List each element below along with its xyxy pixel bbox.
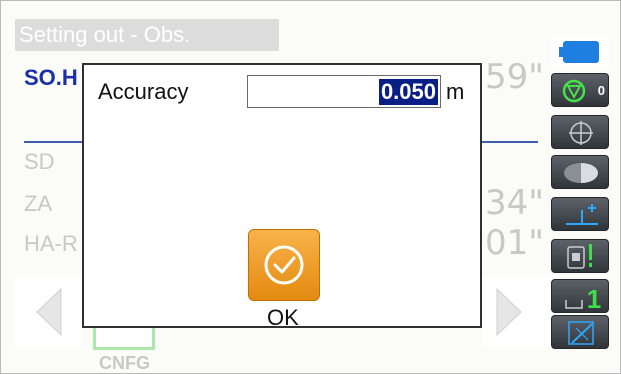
row-value-har: 01" — [485, 223, 544, 263]
edit-icon[interactable] — [551, 315, 609, 349]
row-value-za: 34" — [485, 183, 544, 223]
page-number: 1 — [587, 284, 601, 314]
ok-label[interactable]: OK — [267, 305, 299, 331]
accuracy-label: Accuracy — [98, 79, 189, 104]
screen-title: Setting out - Obs. — [19, 22, 191, 47]
laser-pointer-icon[interactable] — [551, 155, 609, 189]
screen-frame: Setting out - Obs. SO.H 59" SD ZA 34" HA… — [0, 0, 621, 374]
row-label-sd: SD — [24, 149, 55, 174]
accuracy-unit: m — [446, 79, 465, 104]
row-label-soh: SO.H — [24, 65, 78, 90]
cnfg-softkey-label[interactable]: CNFG — [99, 353, 150, 374]
page-number-icon[interactable]: 1 — [551, 279, 609, 314]
row-label-za: ZA — [24, 191, 53, 216]
next-arrow-icon[interactable] — [483, 277, 553, 347]
checkmark-icon — [264, 245, 304, 285]
prism-target-icon[interactable]: 0 — [551, 73, 609, 107]
input-mode-icon[interactable] — [551, 239, 609, 273]
target-constant: 0 — [597, 83, 605, 98]
row-value-soh: 59" — [485, 57, 544, 97]
prev-arrow-icon[interactable] — [13, 277, 83, 347]
row-label-har: HA-R — [24, 231, 78, 256]
ok-button[interactable] — [248, 229, 320, 301]
accuracy-input[interactable]: 0.050 — [247, 75, 441, 108]
crosshair-icon[interactable] — [551, 115, 609, 149]
tilt-correction-icon[interactable] — [551, 197, 609, 231]
accuracy-value[interactable]: 0.050 — [378, 79, 438, 105]
battery-icon — [551, 35, 609, 69]
accuracy-dialog: Accuracy 0.050 m OK — [82, 63, 482, 331]
